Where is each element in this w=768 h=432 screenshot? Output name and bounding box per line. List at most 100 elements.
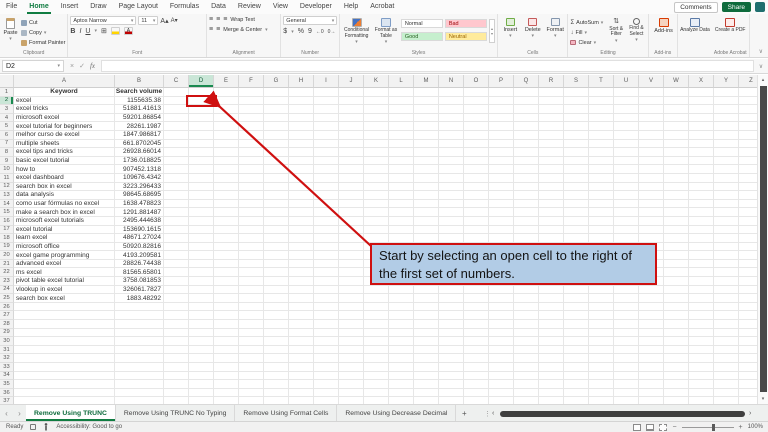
cell-N15[interactable] [439,208,464,217]
cell-B15[interactable]: 1291.881487 [115,208,164,217]
column-header-A[interactable]: A [14,75,115,88]
cell-Y11[interactable] [714,173,739,183]
name-box[interactable]: D2 ▾ [2,60,64,72]
cell-J15[interactable] [339,208,364,217]
row-header-35[interactable]: 35 [0,380,14,389]
cell-K12[interactable] [364,182,389,192]
cell-N17[interactable] [439,225,464,235]
cell-U25[interactable] [614,294,639,303]
cell-L28[interactable] [389,320,414,329]
cell-D9[interactable] [189,156,214,166]
cell-Q16[interactable] [514,216,539,226]
cell-Z28[interactable] [739,320,757,329]
cell-Q33[interactable] [514,363,539,372]
cell-B35[interactable] [115,380,164,389]
cell-P11[interactable] [489,173,514,183]
cell-N9[interactable] [439,156,464,166]
tab-view[interactable]: View [267,0,294,14]
row-header-26[interactable]: 26 [0,302,14,312]
cell-C25[interactable] [164,294,189,303]
cell-Y12[interactable] [714,182,739,192]
cell-H36[interactable] [289,388,314,398]
cell-T10[interactable] [589,165,614,174]
cell-S11[interactable] [564,173,589,183]
cell-L17[interactable] [389,225,414,235]
cell-U12[interactable] [614,182,639,192]
underline-button[interactable]: U [85,28,90,35]
cell-G5[interactable] [264,122,289,131]
cell-N30[interactable] [439,337,464,346]
cell-Q31[interactable] [514,345,539,355]
tab-help[interactable]: Help [338,0,364,14]
cell-A14[interactable]: como usar fórmulas no excel [14,199,115,209]
cell-U2[interactable] [614,96,639,106]
cell-W9[interactable] [664,156,689,166]
cell-G16[interactable] [264,216,289,226]
cell-T26[interactable] [589,302,614,312]
cell-I24[interactable] [314,285,339,295]
cell-V30[interactable] [639,337,664,346]
clear-button[interactable]: Clear ▾ [570,38,605,47]
cell-G14[interactable] [264,199,289,209]
style-good[interactable]: Good [400,32,443,41]
cell-P37[interactable] [489,397,514,404]
cell-J19[interactable] [339,242,364,252]
cell-A33[interactable] [14,363,115,372]
cell-M31[interactable] [414,345,439,355]
cell-I16[interactable] [314,216,339,226]
cell-V26[interactable] [639,302,664,312]
cell-U1[interactable] [614,88,639,97]
cell-W25[interactable] [664,294,689,303]
cell-U5[interactable] [614,122,639,131]
cell-F34[interactable] [239,371,264,381]
cell-B33[interactable] [115,363,164,372]
comments-button[interactable]: Comments [674,1,718,13]
cell-V16[interactable] [639,216,664,226]
cell-T6[interactable] [589,130,614,140]
cell-N10[interactable] [439,165,464,174]
cell-Y15[interactable] [714,208,739,217]
share-button[interactable]: Share [721,2,751,12]
cell-I8[interactable] [314,148,339,157]
cell-F27[interactable] [239,311,264,321]
cell-A26[interactable] [14,302,115,312]
cell-B22[interactable]: 81565.65801 [115,268,164,278]
cell-I10[interactable] [314,165,339,174]
cell-U11[interactable] [614,173,639,183]
column-header-S[interactable]: S [564,75,589,88]
cell-N36[interactable] [439,388,464,398]
cell-F33[interactable] [239,363,264,372]
formula-input[interactable] [101,60,754,72]
cell-I32[interactable] [314,354,339,363]
cell-A29[interactable] [14,328,115,338]
sheet-tab-remove-using-format-cells[interactable]: Remove Using Format Cells [235,405,338,421]
cell-P34[interactable] [489,371,514,381]
insert-function-icon[interactable]: fx [90,62,95,70]
cell-N3[interactable] [439,105,464,114]
cell-S35[interactable] [564,380,589,389]
analyze-data-button[interactable]: Analyze Data [680,16,710,34]
cell-F29[interactable] [239,328,264,338]
cell-G13[interactable] [264,191,289,200]
cell-W20[interactable] [664,251,689,260]
cell-Z4[interactable] [739,114,757,123]
cell-B19[interactable]: 50920.82816 [115,242,164,252]
row-header-18[interactable]: 18 [0,234,14,243]
cell-H33[interactable] [289,363,314,372]
row-header-31[interactable]: 31 [0,345,14,355]
cell-C11[interactable] [164,173,189,183]
cell-O29[interactable] [464,328,489,338]
column-header-E[interactable]: E [214,75,239,88]
row-header-1[interactable]: 1 [0,88,14,97]
cell-I3[interactable] [314,105,339,114]
cell-J26[interactable] [339,302,364,312]
cell-S12[interactable] [564,182,589,192]
cell-Y26[interactable] [714,302,739,312]
cell-L29[interactable] [389,328,414,338]
column-header-B[interactable]: B [115,75,164,88]
cell-H29[interactable] [289,328,314,338]
cell-K37[interactable] [364,397,389,404]
cell-U37[interactable] [614,397,639,404]
cell-X10[interactable] [689,165,714,174]
cell-I29[interactable] [314,328,339,338]
